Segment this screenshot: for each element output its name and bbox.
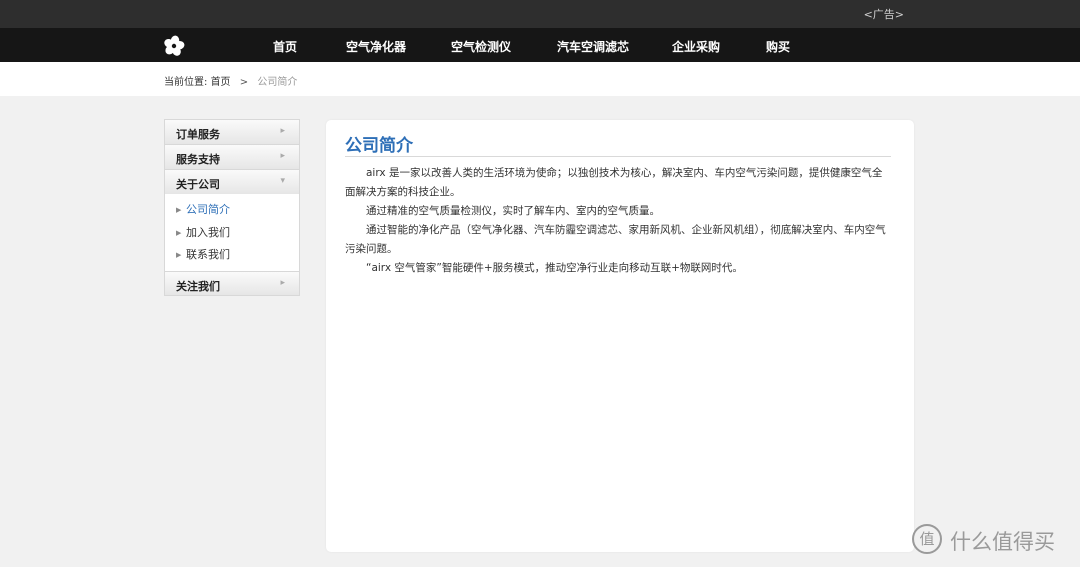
triangle-right-icon: ▶	[176, 228, 182, 237]
sidebar-item-label: 关于公司	[176, 178, 220, 191]
nav-item-air-purifier[interactable]: 空气净化器	[346, 38, 406, 55]
breadcrumb-prefix: 当前位置:	[164, 77, 208, 88]
triangle-right-icon: ▶	[176, 206, 182, 214]
nav-item-air-monitor[interactable]: 空气检测仪	[451, 38, 511, 55]
intro-paragraph: 通过智能的净化产品（空气净化器、汽车防霾空调滤芯、家用新风机、企业新风机组），彻…	[345, 224, 886, 255]
sidebar-item-label: 关注我们	[176, 279, 220, 293]
sidebar-item-label: 服务支持	[176, 153, 220, 166]
nav-item-buy[interactable]: 购买	[766, 38, 790, 55]
sidebar-subitem-contact-us[interactable]: ▶ 联系我们	[165, 244, 299, 267]
nav-item-home[interactable]: 首页	[273, 38, 297, 55]
triangle-right-icon: ▶	[176, 251, 182, 259]
company-intro-text: airx 是一家以改善人类的生活环境为使命；以独创技术为核心，解决室内、车内空气…	[345, 164, 891, 278]
breadcrumb-bar: 当前位置: 首页 > 公司简介	[0, 62, 1080, 96]
intro-paragraph: airx 是一家以改善人类的生活环境为使命；以独创技术为核心，解决室内、车内空气…	[345, 167, 883, 198]
nav-item-car-filter[interactable]: 汽车空调滤芯	[557, 38, 629, 55]
breadcrumb-home[interactable]: 首页	[211, 77, 231, 88]
intro-paragraph: “airx 空气管家”智能硬件+服务模式，推动空净行业走向移动互联+物联网时代。	[366, 262, 743, 274]
sidebar: 订单服务 ▸ 服务支持 ▸ 关于公司 ▾ ▶ 公司简介 ▶ 加入我们 ▶ 联系我…	[164, 119, 300, 296]
sidebar-item-about-company[interactable]: 关于公司 ▾	[164, 169, 300, 194]
content-panel: 公司简介 airx 是一家以改善人类的生活环境为使命；以独创技术为核心，解决室内…	[326, 120, 914, 552]
main-nav: 首页 空气净化器 空气检测仪 汽车空调滤芯 企业采购 购买	[0, 28, 1080, 62]
title-divider	[345, 156, 891, 157]
site-watermark: 值 什么值得买	[912, 522, 1072, 556]
ad-link[interactable]: <广告>	[864, 6, 904, 22]
sidebar-item-follow-us[interactable]: 关注我们 ▸	[164, 270, 300, 296]
sidebar-subitem-label: 公司简介	[186, 203, 230, 216]
nav-item-enterprise[interactable]: 企业采购	[672, 38, 720, 55]
top-bar: <广告>	[0, 0, 1080, 28]
page-title: 公司简介	[345, 136, 413, 156]
sidebar-item-label: 订单服务	[176, 128, 220, 141]
breadcrumb-separator: >	[239, 77, 249, 88]
sidebar-subitem-join-us[interactable]: ▶ 加入我们	[165, 222, 299, 245]
breadcrumb-current: 公司简介	[257, 77, 298, 88]
sidebar-subitem-label: 联系我们	[186, 248, 230, 261]
sidebar-item-order-service[interactable]: 订单服务 ▸	[164, 119, 300, 144]
sidebar-subitem-label: 加入我们	[186, 225, 230, 239]
flower-logo-icon[interactable]	[163, 35, 185, 57]
intro-paragraph: 通过精准的空气质量检测仪，实时了解车内、室内的空气质量。	[366, 205, 660, 217]
watermark-logo-icon: 值	[912, 524, 942, 554]
chevron-right-icon: ▸	[280, 126, 285, 136]
sidebar-submenu: ▶ 公司简介 ▶ 加入我们 ▶ 联系我们	[164, 194, 300, 271]
sidebar-subitem-company-profile[interactable]: ▶ 公司简介	[165, 199, 299, 222]
sidebar-item-service-support[interactable]: 服务支持 ▸	[164, 144, 300, 169]
chevron-down-icon: ▾	[280, 176, 285, 186]
chevron-right-icon: ▸	[280, 151, 285, 161]
watermark-text: 什么值得买	[950, 530, 1055, 554]
chevron-right-icon: ▸	[280, 277, 285, 288]
breadcrumb: 当前位置: 首页 > 公司简介	[164, 73, 297, 88]
